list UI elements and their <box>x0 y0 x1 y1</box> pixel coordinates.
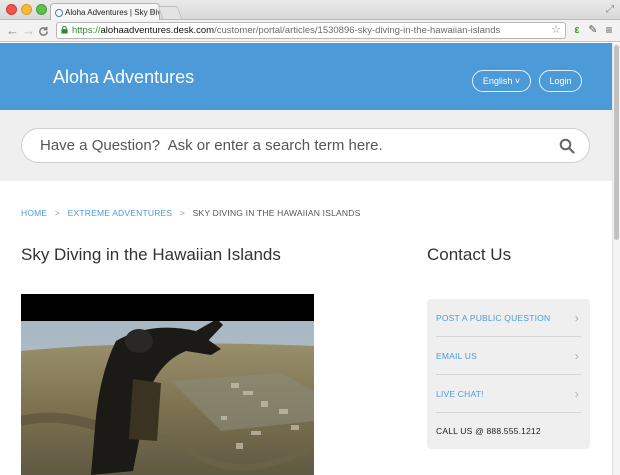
fullscreen-icon[interactable]: ⤢ <box>606 4 614 15</box>
browser-tab[interactable]: Aloha Adventures | Sky Div × <box>50 3 160 21</box>
tab-close-icon[interactable]: × <box>150 7 155 17</box>
pen-extension-icon[interactable]: ✎ <box>586 23 600 37</box>
page-viewport: Aloha Adventures English ˅ Login HOME > … <box>0 43 612 475</box>
login-button[interactable]: Login <box>539 70 582 92</box>
address-bar[interactable]: https://alohaadventures.desk.com/custome… <box>56 22 566 39</box>
site-title[interactable]: Aloha Adventures <box>53 67 194 88</box>
contact-panel: POST A PUBLIC QUESTION › EMAIL US › LIVE… <box>427 299 590 449</box>
contact-item-label: POST A PUBLIC QUESTION <box>436 313 551 323</box>
scrollbar-thumb[interactable] <box>614 45 619 240</box>
browser-tab-strip: Aloha Adventures | Sky Div × ⤢ <box>0 0 620 21</box>
breadcrumb-category-link[interactable]: EXTREME ADVENTURES <box>68 208 173 218</box>
post-public-question-link[interactable]: POST A PUBLIC QUESTION › <box>436 299 581 337</box>
close-window-icon[interactable] <box>6 4 17 15</box>
call-us-text: CALL US @ 888.555.1212 <box>436 426 541 436</box>
search-box[interactable] <box>21 128 590 163</box>
evernote-extension-icon[interactable]: ε <box>570 23 584 37</box>
chevron-right-icon: › <box>574 311 579 325</box>
search-section <box>0 110 612 181</box>
article-video[interactable] <box>21 294 314 475</box>
site-favicon-icon <box>55 9 63 17</box>
live-chat-link[interactable]: LIVE CHAT! › <box>436 375 581 413</box>
email-us-link[interactable]: EMAIL US › <box>436 337 581 375</box>
site-header: Aloha Adventures English ˅ Login <box>0 43 612 110</box>
article-title: Sky Diving in the Hawaiian Islands <box>21 245 281 264</box>
bookmark-star-icon[interactable]: ☆ <box>551 23 561 38</box>
chevron-right-icon: › <box>574 349 579 363</box>
contact-item-label: EMAIL US <box>436 351 477 361</box>
new-tab-button[interactable] <box>157 6 183 19</box>
breadcrumb-home-link[interactable]: HOME <box>21 208 47 218</box>
contact-item-label: LIVE CHAT! <box>436 389 484 399</box>
breadcrumb-current: SKY DIVING IN THE HAWAIIAN ISLANDS <box>192 208 361 218</box>
browser-menu-icon[interactable]: ≡ <box>602 23 616 37</box>
browser-toolbar: ← → https://alohaadventures.desk.com/cus… <box>0 20 620 42</box>
forward-button[interactable]: → <box>22 23 35 39</box>
maximize-window-icon[interactable] <box>36 4 47 15</box>
language-selector-button[interactable]: English ˅ <box>472 70 531 92</box>
breadcrumb: HOME > EXTREME ADVENTURES > SKY DIVING I… <box>21 208 360 218</box>
contact-us-title: Contact Us <box>427 245 512 264</box>
url-host: alohaadventures.desk.com <box>100 25 215 36</box>
search-input[interactable] <box>40 129 540 162</box>
page-scrollbar[interactable] <box>612 43 620 475</box>
search-icon[interactable] <box>559 138 575 154</box>
reload-button[interactable] <box>38 23 49 41</box>
breadcrumb-separator: > <box>179 208 186 218</box>
skydiver-video-frame <box>21 321 314 475</box>
minimize-window-icon[interactable] <box>21 4 32 15</box>
url-path: /customer/portal/articles/1530896-sky-di… <box>214 25 501 36</box>
browser-tab-title: Aloha Adventures | Sky Div <box>65 8 160 17</box>
url-scheme: https:// <box>72 25 101 36</box>
lock-icon <box>61 26 68 34</box>
chevron-right-icon: › <box>574 387 579 401</box>
back-button[interactable]: ← <box>6 23 19 39</box>
breadcrumb-separator: > <box>54 208 61 218</box>
